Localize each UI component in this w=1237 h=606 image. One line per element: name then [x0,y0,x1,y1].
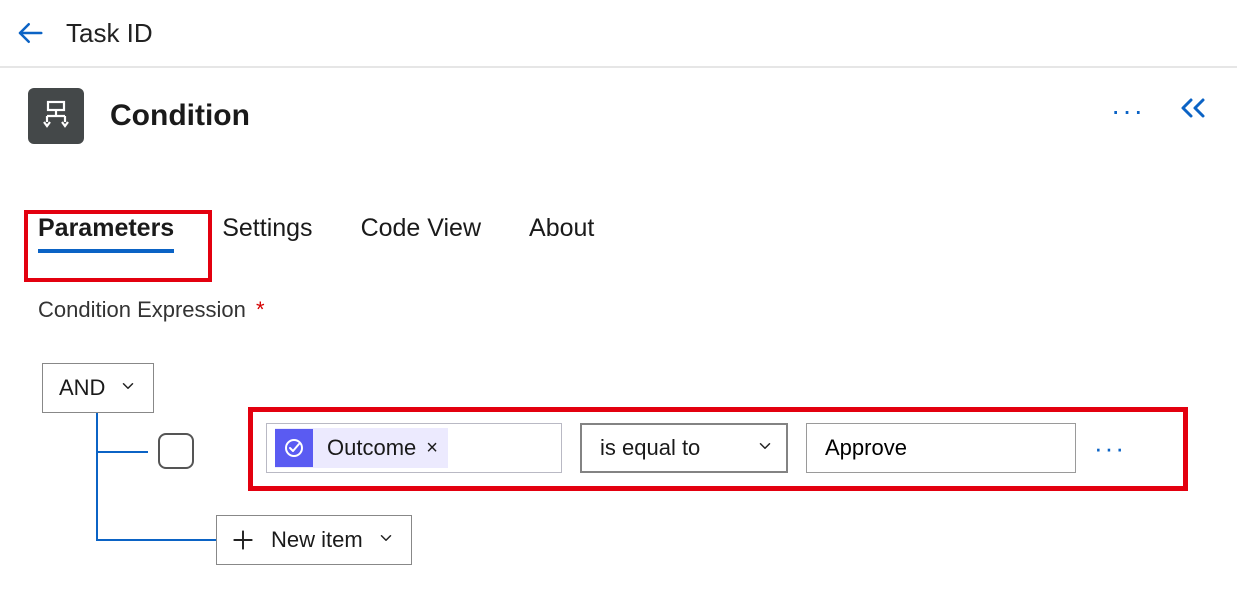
chevron-down-icon [119,375,137,401]
branch-icon [38,98,74,134]
tab-bar: Parameters Settings Code View About [38,214,1209,253]
page-title: Task ID [66,18,153,49]
value-input-field[interactable] [823,424,1059,472]
pane: Condition ··· Parameters Settings Code V… [0,68,1237,433]
chevrons-left-icon [1177,96,1211,120]
required-asterisk: * [256,297,265,322]
chevron-down-icon [377,527,395,553]
tab-code-view[interactable]: Code View [361,214,481,253]
plus-icon [229,526,257,554]
tab-about[interactable]: About [529,214,594,253]
condition-icon [28,88,84,144]
condition-row: Outcome × is equal to ··· [266,423,1126,473]
arrow-left-icon [15,18,45,48]
outcome-token: Outcome × [275,428,448,468]
tab-parameters[interactable]: Parameters [38,214,174,253]
condition-field-input[interactable]: Outcome × [266,423,562,473]
tree-line-vertical [96,413,98,541]
condition-operator-select[interactable]: is equal to [580,423,788,473]
card-actions: ··· [1111,96,1211,125]
tree-line-row [96,451,148,453]
close-icon: × [426,437,438,459]
operator-value: is equal to [600,435,700,461]
tree-line-newitem [96,539,216,541]
new-item-label: New item [271,527,363,553]
token-label: Outcome [327,435,416,461]
card-title: Condition [110,99,250,133]
token-remove-button[interactable]: × [426,437,438,460]
row-more-menu-button[interactable]: ··· [1094,433,1126,464]
card-header: Condition [28,88,1209,144]
condition-value-input[interactable] [806,423,1076,473]
tab-settings[interactable]: Settings [222,214,312,253]
group-operator-value: AND [59,375,105,401]
dynamic-content-icon [275,429,313,467]
chevron-down-icon [756,435,774,461]
group-operator-select[interactable]: AND [42,363,154,413]
back-button[interactable] [12,15,48,51]
more-menu-button[interactable]: ··· [1111,97,1145,125]
new-item-button[interactable]: New item [216,515,412,565]
condition-expression-label: Condition Expression * [38,297,1209,323]
condition-expression-label-text: Condition Expression [38,297,246,322]
condition-builder: AND Outcome × [42,363,1209,413]
ellipsis-icon: ··· [1111,95,1145,126]
collapse-button[interactable] [1177,96,1211,125]
ellipsis-icon: ··· [1094,433,1126,463]
row-select-checkbox[interactable] [158,433,194,469]
header-bar: Task ID [0,0,1237,68]
